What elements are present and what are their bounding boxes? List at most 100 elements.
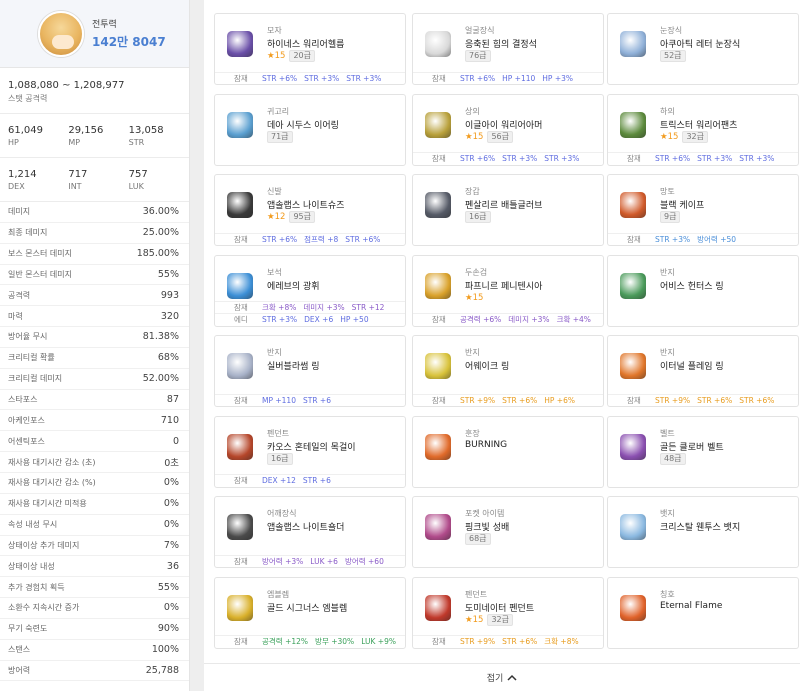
primary-stat-label: STR [128, 138, 145, 147]
emblem-gem-icon [227, 272, 253, 299]
equipment-slot-label: 망토 [660, 187, 675, 196]
potential-options: 잠재 공격력 +12% 방무 +30% LUK +9% [215, 635, 405, 648]
equipment-card[interactable]: 엠블렘 골드 시그너스 엠블렘 잠재 공격력 +12% 방무 +30% LUK +9% [214, 576, 406, 649]
equipment-meta: ★15 32급 [660, 130, 708, 143]
stat-value: 320 [160, 310, 179, 322]
equipment-card[interactable]: 포켓 아이템 핑크빛 성배 68급 [412, 496, 604, 568]
equipment-card[interactable]: 펜던트 카오스 혼테일의 목걸이 16급 잠재 DEX +12 STR +6 [214, 415, 406, 488]
ring-icon [425, 353, 451, 379]
potential-value: STR +6% [739, 395, 775, 405]
potential-row: 잠재 STR +6% HP +110 HP +3% [413, 71, 603, 85]
equipment-card[interactable]: 반지 어비스 헌터스 링 [607, 254, 799, 327]
equipment-slot-label: 상의 [465, 106, 480, 116]
stat-row: 아케인포스 710 [0, 410, 189, 432]
equipment-card[interactable]: 두손검 파프니르 페니텐시아 ★15 잠재 공격력 +6% 데미지 +3% 크확 +4% [412, 254, 604, 327]
stat-row: 공격력 993 [0, 285, 189, 307]
stat-value: 87 [166, 394, 179, 406]
fold-button[interactable]: 접기 [204, 663, 800, 691]
primary-stat: 757 LUK [129, 169, 189, 201]
title-icon [620, 594, 646, 621]
primary-stat-value: 29,156 [68, 125, 104, 136]
potential-value: STR +3% [697, 154, 733, 164]
equipment-name: 앱솔랩스 나이트숄더 [267, 523, 345, 533]
stat-name: 소환수 지속시간 증가 [8, 603, 80, 613]
stat-value: 25.00% [142, 227, 179, 239]
pants-icon [620, 111, 646, 138]
potential-options: 잠재 STR +9% STR +6% HP +6% [413, 393, 603, 407]
stat-row: 데미지 36.00% [0, 202, 189, 223]
primary-stat: 61,049 HP [8, 125, 68, 157]
equipment-slot-label: 엠블렘 [267, 589, 290, 599]
potential-row: 잠재 방어력 +3% LUK +6 방어력 +60 [215, 554, 405, 568]
equipment-card[interactable]: 반지 실버블라썸 링 잠재 MP +110 STR +6 [214, 335, 406, 407]
equipment-card[interactable]: 반지 어웨이크 링 잠재 STR +9% STR +6% HP +6% [412, 335, 604, 407]
chevron-up-icon [507, 674, 517, 681]
equipment-card[interactable]: 펜던트 도미네이터 펜던트 ★15 32급 잠재 STR +9% STR +6% 크확 +8% [412, 576, 604, 649]
equipment-meta: ★15 32급 [465, 613, 513, 626]
potential-row: 잠재 STR +6% 점프력 +8 STR +6% [215, 232, 405, 246]
equipment-card[interactable]: 모자 하이네스 워리어헬름 ★15 20급 잠재 STR +6% STR +3% STR +3… [214, 13, 406, 85]
potential-row: 잠재 STR +9% STR +6% 크확 +8% [413, 635, 603, 648]
potential-options: 잠재 DEX +12 STR +6 [215, 474, 405, 487]
potential-value: 데미지 +3% [303, 302, 345, 312]
equipment-name: 이글아이 워리어아머 [465, 120, 543, 131]
potential-value: 공격력 +6% [460, 315, 502, 325]
potential-value: 방어력 +50 [697, 234, 737, 244]
potential-type: 에디 [234, 315, 248, 325]
equipment-card[interactable]: 벨트 골든 클로버 벨트 48급 [607, 415, 799, 488]
equipment-card[interactable]: 귀고리 데아 시두스 이어링 71급 [214, 93, 406, 166]
stat-attack-block: 1,088,080 ~ 1,208,977 스탯 공격력 [0, 68, 189, 114]
stat-value: 0% [163, 477, 179, 489]
equipment-card[interactable]: 장갑 펜살리르 배틀글러브 16급 [412, 174, 604, 246]
equipment-name: 펜살리르 배틀글러브 [465, 201, 543, 211]
equipment-card[interactable]: 눈장식 아쿠아틱 레터 눈장식 52급 [607, 13, 799, 85]
potential-value: 크확 +8% [262, 302, 297, 312]
equipment-card[interactable]: 신발 앱솔랩스 나이트슈즈 ★12 95급 잠재 STR +6% 점프력 +8 STR +6% [214, 174, 406, 246]
potential-value: 데미지 +3% [508, 315, 550, 325]
potential-row: 잠재 STR +6% STR +3% STR +3% [608, 152, 798, 165]
potential-row: 잠재 STR +6% STR +3% STR +3% [215, 71, 405, 85]
primary-stat-value: 717 [68, 169, 88, 180]
potential-value: LUK +6 [310, 556, 338, 566]
upgrade-level-badge: 32급 [682, 130, 708, 143]
stat-value: 25,788 [145, 664, 179, 676]
stat-row: 최종 데미지 25.00% [0, 223, 189, 244]
equipment-name: 실버블라썸 링 [267, 362, 320, 372]
stat-name: 스타포스 [8, 395, 38, 405]
stat-value: 55% [157, 268, 179, 280]
equipment-card[interactable]: 반지 이터널 플레임 링 잠재 STR +9% STR +6% STR +6% [607, 335, 799, 407]
equipment-card[interactable]: 보석 에레브의 광휘 잠재 크확 +8% 데미지 +3% STR +12 에디 STR +3%… [214, 254, 406, 327]
shoulder-icon [227, 514, 253, 540]
potential-type: 잠재 [432, 395, 446, 405]
equipment-card[interactable]: 망토 블랙 케이프 9급 잠재 STR +3% 방어력 +50 [607, 174, 799, 246]
potential-value: HP +6% [544, 395, 575, 405]
stat-row: 소환수 지속시간 증가 0% [0, 598, 189, 619]
potential-type: 잠재 [234, 302, 248, 312]
stat-value: 68% [157, 352, 179, 364]
stat-row: 크리티컬 확률 68% [0, 348, 189, 369]
primary-stat-value: 757 [128, 169, 148, 180]
potential-type: 잠재 [432, 154, 446, 164]
stat-name: 크리티컬 확률 [8, 353, 55, 363]
equipment-card[interactable]: 얼굴장식 응축된 힘의 결정석 76급 잠재 STR +6% HP +110 HP +3% [412, 13, 604, 85]
potential-options: 잠재 STR +6% HP +110 HP +3% [413, 71, 603, 85]
stat-name: 아케인포스 [8, 415, 45, 425]
equipment-card[interactable]: 훈장 BURNING [412, 415, 604, 488]
equipment-card[interactable]: 하의 트릭스터 워리어팬츠 ★15 32급 잠재 STR +6% STR +3% STR +3… [607, 93, 799, 166]
potential-type: 잠재 [627, 395, 641, 405]
equipment-card[interactable]: 어깨장식 앱솔랩스 나이트숄더 잠재 방어력 +3% LUK +6 방어력 +60 [214, 496, 406, 568]
potential-value: 방무 +30% [315, 637, 355, 647]
equipment-card[interactable]: 칭호 Eternal Flame [607, 576, 799, 649]
equipment-slot-label: 귀고리 [267, 106, 290, 116]
equipment-card[interactable]: 상의 이글아이 워리어아머 ★15 56급 잠재 STR +6% STR +3% STR +3… [412, 93, 604, 166]
stat-name: 크리티컬 데미지 [8, 374, 63, 384]
equipment-name: 트릭스터 워리어팬츠 [660, 120, 738, 131]
stat-name: 상태이상 추가 데미지 [8, 540, 80, 550]
potential-type: 잠재 [234, 556, 248, 566]
equipment-card[interactable]: 뱃지 크리스탈 웬투스 뱃지 [607, 496, 799, 568]
equipment-meta: 52급 [660, 50, 686, 62]
stat-value: 710 [160, 414, 179, 426]
potential-row: 잠재 DEX +12 STR +6 [215, 474, 405, 487]
potential-value: HP +3% [542, 73, 574, 83]
gloves-icon [425, 192, 451, 218]
